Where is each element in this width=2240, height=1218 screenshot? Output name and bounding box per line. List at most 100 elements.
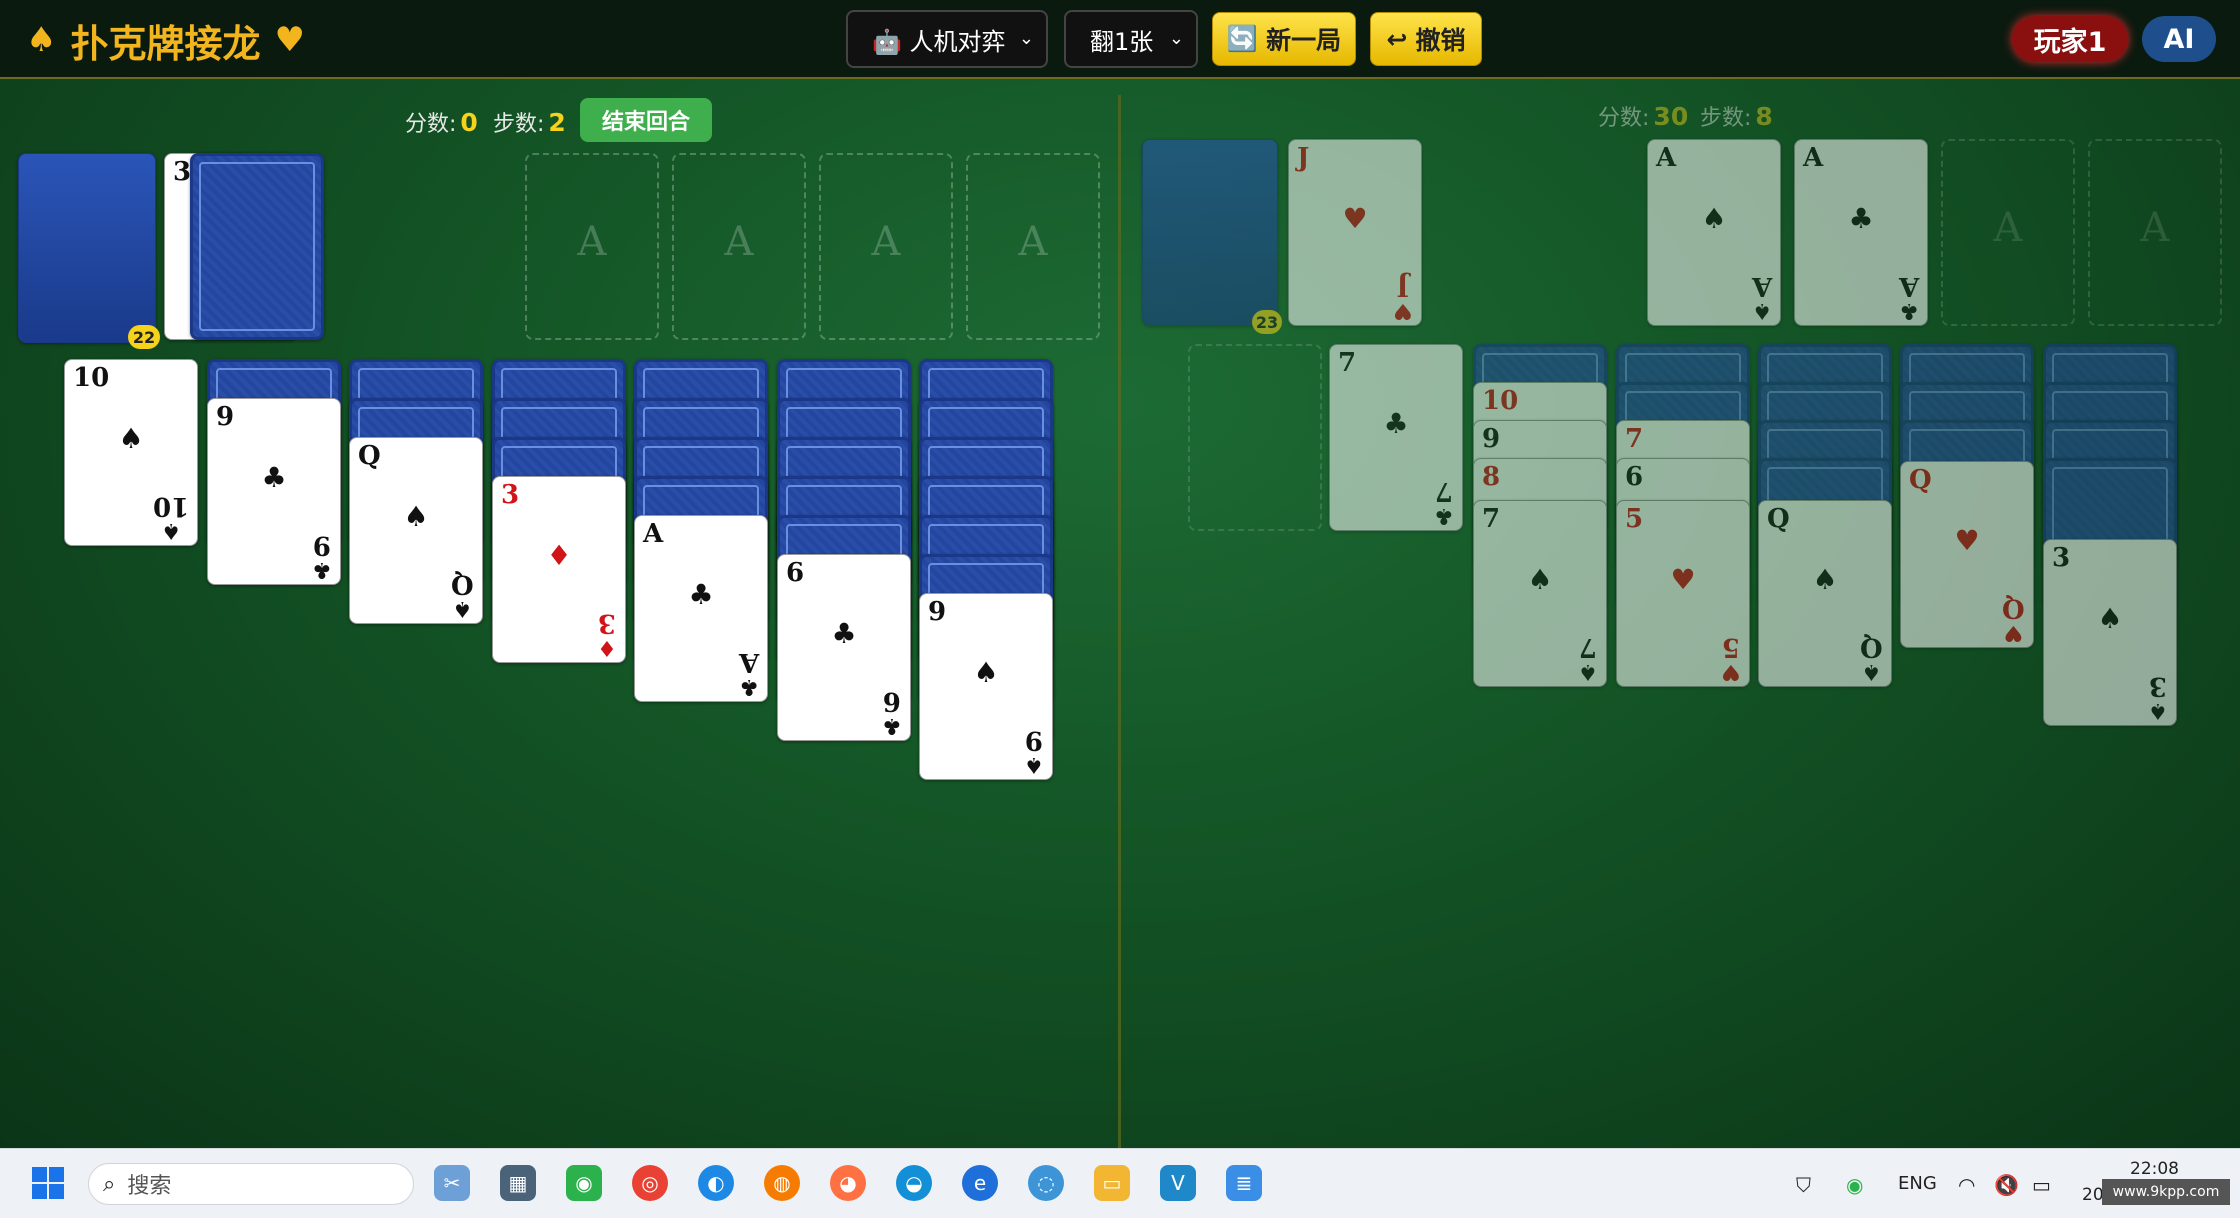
card-corner: ♠ Q [1860,632,1883,684]
chevron-down-icon: ⌄ [1168,28,1184,49]
card-rank: 7 [1579,632,1598,662]
card-suit: ♠ [2148,698,2168,723]
player-score: 分数: 0 [405,106,478,138]
card-rank: 3 [2149,671,2168,701]
tableau-card[interactable]: 10 ♠ ♠ 10 [64,359,198,546]
card-corner: ♠ 9 [1024,725,1044,777]
card-suit: ♠ [1527,563,1553,596]
taskbar: ⌕ 搜索 ✂ ▦ ◉ ◎ ◐ ◍ ◕ ◒ e ◌ ▭ V ≣ ⛉ ◉ ENG ◠… [0,1148,2240,1218]
chrome-icon[interactable]: ◎ [632,1165,668,1201]
vscode-icon[interactable]: V [1160,1165,1196,1201]
tableau-card[interactable]: 9 ♠ ♠ 9 [919,593,1053,780]
card-rank: 9 [1482,424,1501,454]
app-title-text: 扑克牌接龙 [70,21,261,66]
tableau-card[interactable]: Q ♠ ♠ Q [349,437,483,624]
ai-score: 分数: 30 [1598,100,1688,132]
app-title: ♠ 扑克牌接龙 ♥ [26,14,305,66]
foundation-label: A [1993,205,2023,251]
card-suit: ♠ [973,656,999,689]
score-label: 分数: [405,112,457,137]
card-corner: ♠ 3 [2148,671,2168,723]
tableau-card[interactable]: A ♣ ♣ A [634,515,768,702]
new-game-label: 新一局 [1266,26,1342,55]
ai-foundation-card: A ♣ ♣ A [1794,139,1928,326]
card-rank: 7 [1338,348,1357,378]
ie-icon[interactable]: e [962,1165,998,1201]
card-rank: J [1396,271,1410,301]
foundation-slot[interactable]: A [966,153,1100,340]
ai-tableau-card: Q ♠ ♠ Q [1758,500,1892,687]
notepad-icon[interactable]: ≣ [1226,1165,1262,1201]
card-suit: ♥ [1954,524,1980,557]
new-game-button[interactable]: 🔄 新一局 [1212,12,1356,66]
defender-icon[interactable]: ⛉ [1796,1173,1811,1197]
wifi-icon[interactable]: ◠ [1958,1173,1975,1197]
score-label: 分数: [1598,106,1650,131]
browser-icon[interactable]: ◐ [698,1165,734,1201]
card-suit: ♠ [1861,659,1882,684]
edge-icon[interactable]: ◒ [896,1165,932,1201]
draw-select-label: 翻1张 [1090,27,1154,56]
card-corner: ♣ 9 [312,530,332,582]
wechat-icon[interactable]: ◉ [566,1165,602,1201]
foundation-slot[interactable]: A [819,153,953,340]
card-rank: 9 [1025,725,1044,755]
tableau-card[interactable]: 6 ♣ ♣ 6 [777,554,911,741]
ai-steps: 步数: 8 [1700,100,1773,132]
foundation-slot: A [1941,139,2075,326]
card-suit: ♥ [1393,298,1413,323]
battery-icon[interactable]: ▭ [2032,1173,2051,1197]
ai-stock-pile [1142,139,1278,326]
heart-icon: ♥ [274,20,305,60]
card-suit: ♠ [1024,752,1044,777]
foundation-slot: A [2088,139,2222,326]
foundation-slot[interactable]: A [525,153,659,340]
firefox-icon[interactable]: ◕ [830,1165,866,1201]
draw-select[interactable]: 翻1张 ⌄ [1064,10,1198,68]
stock-count-badge: 22 [128,325,160,349]
card-suit: ♠ [452,596,473,621]
app-icon[interactable]: ◍ [764,1165,800,1201]
card-corner: ♣ A [1899,271,1919,323]
card-corner: ♣ 7 [1434,476,1454,528]
card-suit: ♣ [831,617,857,650]
player-stock-pile[interactable] [18,153,156,343]
foundation-label: A [2140,205,2170,251]
end-turn-button[interactable]: 结束回合 [580,98,712,142]
card-rank: 3 [501,480,520,510]
player-waste-back[interactable] [190,153,324,340]
wechat-tray-icon[interactable]: ◉ [1846,1173,1863,1197]
foundation-slot[interactable]: A [672,153,806,340]
card-suit: ♦ [597,635,617,660]
card-suit: ♥ [2003,620,2024,645]
messenger-icon[interactable]: ◌ [1028,1165,1064,1201]
volume-mute-icon[interactable]: 🔇 [1994,1173,2019,1197]
card-rank: A [1751,271,1772,301]
taskbar-search[interactable]: ⌕ 搜索 [88,1163,414,1205]
undo-button[interactable]: ↩ 撤销 [1370,12,1482,66]
card-rank: 3 [2052,543,2071,573]
card-rank: 5 [1722,632,1741,662]
foundation-label: A [577,219,607,265]
card-suit: ♠ [1812,563,1838,596]
tableau-card[interactable]: 9 ♣ ♣ 9 [207,398,341,585]
player-badge[interactable]: 玩家1 [2012,16,2128,62]
ai-tableau-card: 3 ♠ ♠ 3 [2043,539,2177,726]
card-corner: ♠ A [1751,271,1772,323]
file-explorer-icon[interactable]: ▭ [1094,1165,1130,1201]
windows-start-icon[interactable] [30,1165,66,1201]
ai-badge[interactable]: AI [2142,16,2216,62]
card-rank: 8 [1482,462,1501,492]
tableau-card[interactable]: 3 ♦ ♦ 3 [492,476,626,663]
snipping-tool-icon[interactable]: ✂ [434,1165,470,1201]
card-rank: 9 [313,530,332,560]
clock-time[interactable]: 22:08 [2130,1159,2179,1179]
calculator-icon[interactable]: ▦ [500,1165,536,1201]
card-rank: A [643,519,664,549]
undo-label: 撤销 [1415,26,1466,55]
card-suit: ♣ [1848,202,1874,235]
ai-tableau-card: 7 ♣ ♣ 7 [1329,344,1463,531]
steps-value: 2 [548,108,566,137]
language-indicator[interactable]: ENG [1898,1173,1937,1194]
mode-select[interactable]: 🤖 人机对弈 ⌄ [846,10,1048,68]
